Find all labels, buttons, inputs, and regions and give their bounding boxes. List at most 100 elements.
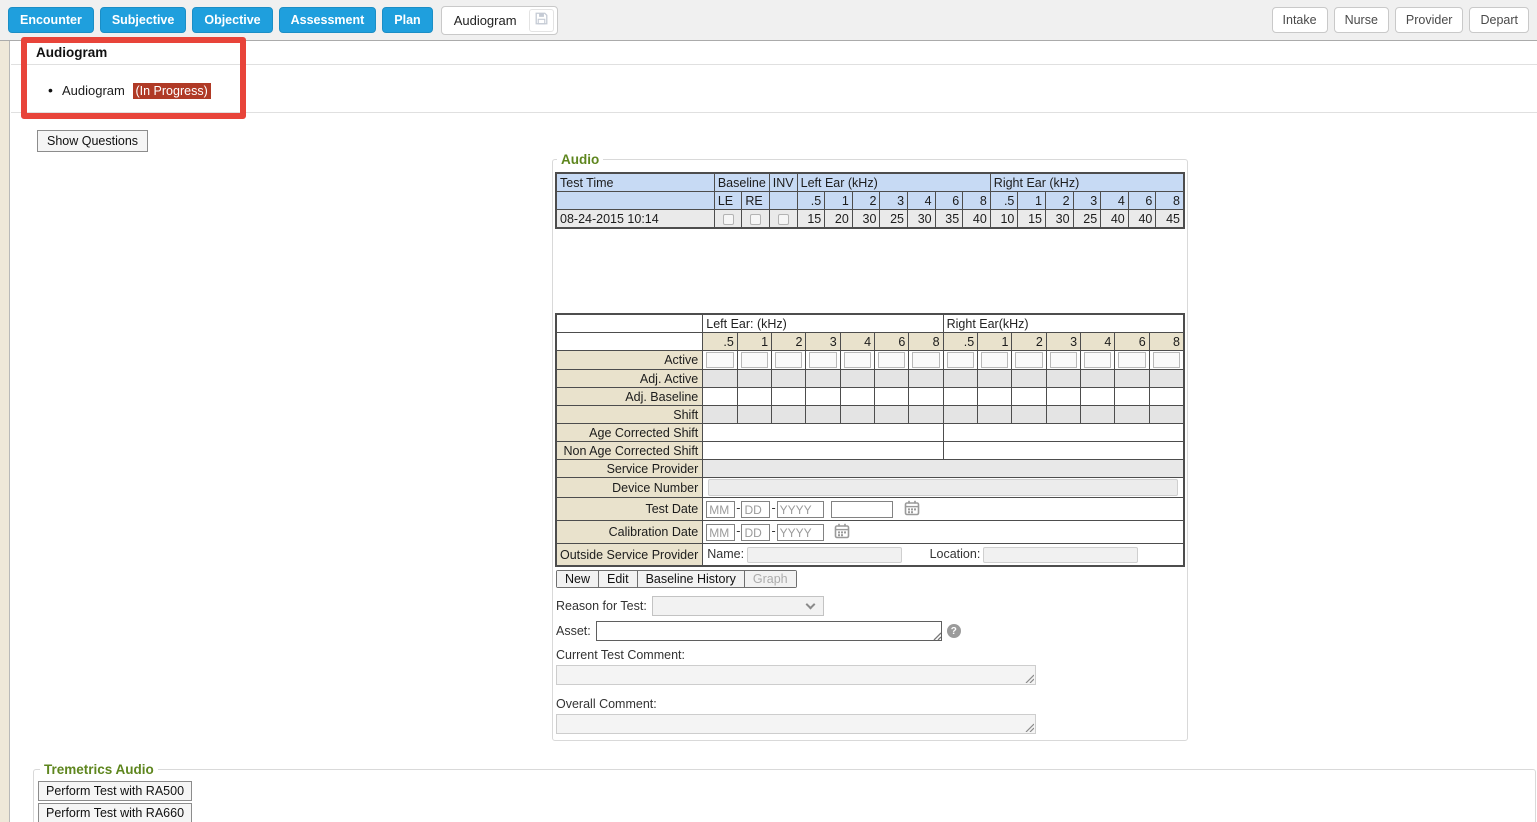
row-label: Device Number bbox=[557, 478, 702, 497]
device-number-field bbox=[708, 479, 1178, 496]
freq-header: 2 bbox=[853, 192, 880, 209]
assessment-button[interactable]: Assessment bbox=[279, 7, 377, 33]
col-right-ear: Right Ear (kHz) bbox=[991, 174, 1183, 191]
freq-header: 2 bbox=[1046, 192, 1073, 209]
left-margin-strip bbox=[0, 41, 10, 822]
location-label: Location: bbox=[906, 547, 984, 561]
current-test-comment-textarea[interactable] bbox=[556, 665, 1036, 685]
right-value: 45 bbox=[1156, 210, 1183, 227]
depart-button[interactable]: Depart bbox=[1469, 7, 1529, 33]
col-test-time: Test Time bbox=[557, 174, 714, 191]
active-row: Active bbox=[557, 351, 1183, 369]
active-input[interactable] bbox=[878, 352, 905, 368]
freq-header: 8 bbox=[1156, 192, 1183, 209]
right-value: 10 bbox=[991, 210, 1018, 227]
active-input[interactable] bbox=[775, 352, 802, 368]
test-date-year-input[interactable]: YYYY bbox=[777, 501, 824, 518]
freq-header: 8 bbox=[909, 333, 942, 350]
col-baseline: Baseline bbox=[715, 174, 769, 191]
active-input[interactable] bbox=[912, 352, 939, 368]
col-inv: INV bbox=[770, 174, 797, 191]
tab-audiogram-label: Audiogram bbox=[454, 13, 529, 28]
encounter-button[interactable]: Encounter bbox=[8, 7, 94, 33]
chevron-down-icon bbox=[805, 600, 815, 610]
plan-button[interactable]: Plan bbox=[382, 7, 432, 33]
outside-provider-location-input[interactable] bbox=[983, 547, 1138, 563]
outside-provider-name-input[interactable] bbox=[747, 547, 902, 563]
new-button[interactable]: New bbox=[557, 571, 599, 587]
test-date-day-input[interactable]: DD bbox=[741, 501, 770, 518]
graph-button[interactable]: Graph bbox=[745, 571, 796, 587]
freq-header: 4 bbox=[908, 192, 935, 209]
active-input[interactable] bbox=[844, 352, 871, 368]
active-input[interactable] bbox=[809, 352, 836, 368]
calibration-date-day-input[interactable]: DD bbox=[741, 524, 770, 541]
help-icon[interactable]: ? bbox=[947, 624, 961, 638]
audiogram-questionnaire-link[interactable]: Audiogram bbox=[62, 83, 125, 98]
intake-button[interactable]: Intake bbox=[1272, 7, 1328, 33]
calendar-icon[interactable] bbox=[834, 523, 850, 542]
freq-header: 4 bbox=[1101, 192, 1128, 209]
test-time-input[interactable] bbox=[831, 501, 893, 518]
baseline-re-checkbox[interactable] bbox=[750, 214, 761, 225]
service-provider-row: Service Provider bbox=[557, 460, 1183, 477]
row-label: Service Provider bbox=[557, 460, 702, 477]
right-value: 40 bbox=[1129, 210, 1156, 227]
test-date-row: Test Date MM-DD-YYYY bbox=[557, 498, 1183, 520]
resize-handle-icon bbox=[1025, 723, 1034, 732]
baseline-le-checkbox[interactable] bbox=[723, 214, 734, 225]
active-input[interactable] bbox=[1084, 352, 1111, 368]
row-label: Adj. Active bbox=[557, 370, 702, 387]
tab-audiogram[interactable]: Audiogram bbox=[441, 6, 558, 35]
calibration-date-month-input[interactable]: MM bbox=[706, 524, 735, 541]
provider-button[interactable]: Provider bbox=[1395, 7, 1464, 33]
perform-test-ra500-button[interactable]: Perform Test with RA500 bbox=[38, 781, 192, 801]
freq-header: .5 bbox=[703, 333, 737, 350]
freq-header: 6 bbox=[1129, 192, 1156, 209]
top-toolbar: Encounter Subjective Objective Assessmen… bbox=[0, 0, 1537, 41]
subjective-button[interactable]: Subjective bbox=[100, 7, 187, 33]
left-value: 25 bbox=[880, 210, 907, 227]
freq-header: 3 bbox=[880, 192, 907, 209]
col-left-ear: Left Ear (kHz) bbox=[798, 174, 990, 191]
freq-header: 8 bbox=[963, 192, 990, 209]
reason-for-test-select[interactable] bbox=[652, 596, 824, 616]
left-value: 20 bbox=[825, 210, 852, 227]
perform-test-ra660-button[interactable]: Perform Test with RA660 bbox=[38, 803, 192, 822]
save-button[interactable] bbox=[529, 9, 554, 32]
freq-header: 6 bbox=[875, 333, 908, 350]
active-input[interactable] bbox=[1015, 352, 1042, 368]
audiogram-action-buttons: New Edit Baseline History Graph bbox=[556, 570, 797, 588]
baseline-history-button[interactable]: Baseline History bbox=[638, 571, 745, 587]
left-value: 30 bbox=[853, 210, 880, 227]
active-input[interactable] bbox=[947, 352, 975, 368]
audio-results-table: Test Time Baseline INV Left Ear (kHz) Ri… bbox=[555, 172, 1185, 229]
calendar-icon[interactable] bbox=[904, 500, 920, 519]
col-le: LE bbox=[715, 192, 741, 209]
col-re: RE bbox=[742, 192, 768, 209]
active-input[interactable] bbox=[1050, 352, 1077, 368]
objective-button[interactable]: Objective bbox=[192, 7, 272, 33]
overall-comment-textarea[interactable] bbox=[556, 714, 1036, 734]
audio-detail-table: Left Ear: (kHz) Right Ear(kHz) .5 1 2 3 … bbox=[555, 313, 1185, 567]
row-label: Shift bbox=[557, 406, 702, 423]
freq-header: 3 bbox=[806, 333, 839, 350]
active-input[interactable] bbox=[741, 352, 768, 368]
page-title: Audiogram bbox=[36, 45, 1537, 60]
inv-checkbox[interactable] bbox=[778, 214, 789, 225]
test-date-month-input[interactable]: MM bbox=[706, 501, 735, 518]
freq-header: 6 bbox=[936, 192, 963, 209]
calibration-date-year-input[interactable]: YYYY bbox=[777, 524, 824, 541]
reason-for-test-label: Reason for Test: bbox=[556, 599, 647, 613]
active-input[interactable] bbox=[981, 352, 1008, 368]
nurse-button[interactable]: Nurse bbox=[1334, 7, 1389, 33]
freq-header: .5 bbox=[991, 192, 1018, 209]
freq-header: .5 bbox=[798, 192, 825, 209]
active-input[interactable] bbox=[1153, 352, 1180, 368]
active-input[interactable] bbox=[706, 352, 734, 368]
active-input[interactable] bbox=[1118, 352, 1145, 368]
row-label: Test Date bbox=[557, 498, 702, 520]
show-questions-button[interactable]: Show Questions bbox=[37, 130, 148, 152]
edit-button[interactable]: Edit bbox=[599, 571, 638, 587]
asset-input[interactable] bbox=[596, 621, 942, 641]
